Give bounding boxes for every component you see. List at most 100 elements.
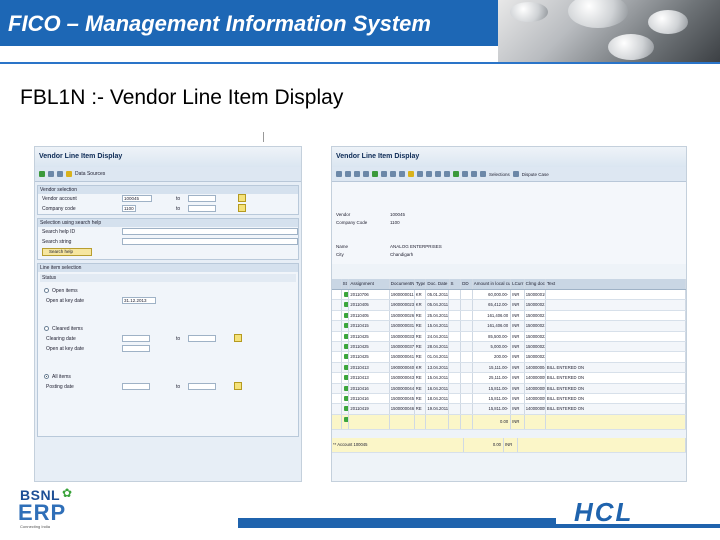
data-sources-icon[interactable] [66,171,72,177]
row-select[interactable] [332,414,342,429]
table-row[interactable]: 20110405 1500000026 RE 25.04.2011 161,406.00… [332,310,686,322]
multiple-selection-icon[interactable] [234,382,242,390]
multiple-selection-icon[interactable] [238,194,246,202]
row-select[interactable] [332,393,342,404]
table-row[interactable]: 20110413 1500000043 RE 15.04.2011 25,111.00-… [332,373,686,384]
column-header[interactable]: DocumentNo [390,279,415,289]
table-row[interactable]: 20110419 1500000046 RE 19.04.2011 15,811.00-… [332,404,686,415]
vendor-account-to-field[interactable] [188,195,216,202]
table-row[interactable]: 20110425 1500000041 RE 01.04.2011 200.00- INR… [332,352,686,363]
all-items-radio[interactable] [44,374,49,379]
table-row[interactable]: 20110413 1900000040 KR 13.04.2011 15,111.00-… [332,362,686,374]
due-date-cell [461,352,473,362]
column-header[interactable]: LCurr [511,279,525,289]
column-header[interactable]: Text [546,279,686,289]
currency-cell: INR [511,331,525,341]
currency-cell: INR [511,310,525,321]
multiple-selection-icon[interactable] [234,334,242,342]
open-key-date-field[interactable]: 31.12.2013 [122,297,156,304]
selections-button[interactable]: Selections [489,172,510,177]
posting-date-field[interactable] [122,383,150,390]
last-page-icon[interactable] [363,171,369,177]
search-help-id-field[interactable] [122,228,298,235]
table-row[interactable]: 20110416 1500000044 RE 16.04.2011 15,811.00-… [332,383,686,394]
execute-icon[interactable] [39,171,45,177]
info-icon[interactable] [57,171,63,177]
status-icon [342,352,350,362]
company-code-to-field[interactable] [188,205,216,212]
vendor-account-field[interactable]: 100045 [122,195,152,202]
sort-desc-icon[interactable] [426,171,432,177]
open-key-date2-field[interactable] [122,345,150,352]
row-select[interactable] [332,310,342,321]
row-select[interactable] [332,352,342,362]
subtotal-row[interactable]: 0.00 INR [332,414,686,430]
search-help-id-label: Search help ID [42,229,76,235]
clearing-date-to-field[interactable] [188,335,216,342]
row-select[interactable] [332,331,342,341]
change-icon[interactable] [381,171,387,177]
dispute-case-icon[interactable] [512,171,519,177]
row-select[interactable] [332,300,342,310]
filter-icon[interactable] [408,171,414,177]
deselect-icon[interactable] [399,171,405,177]
document-date-cell: 24.04.2011 [426,331,450,341]
selections-icon[interactable] [480,171,486,177]
display-icon[interactable] [372,171,378,177]
empty-cell [518,437,686,452]
search-help-button[interactable]: Search help [42,248,92,256]
first-page-icon[interactable] [336,171,342,177]
status-icon [342,331,350,341]
dispute-case-button[interactable]: Dispute Case [522,172,549,177]
row-select[interactable] [332,362,342,373]
table-row[interactable]: 20110415 1500000031 RE 15.04.2011 161,406.00… [332,321,686,332]
row-select[interactable] [332,321,342,331]
clearing-doc-cell: 1500000225 [525,341,546,352]
layout-icon[interactable] [471,171,477,177]
open-items-radio[interactable] [44,288,49,293]
row-select[interactable] [332,373,342,383]
sum-icon[interactable] [435,171,441,177]
clearing-doc-cell: 1400000051 [525,383,546,393]
company-code-field[interactable]: 1100 [122,205,136,212]
multiple-selection-icon[interactable] [238,204,246,212]
document-type-cell: RE [415,352,427,362]
row-select[interactable] [332,404,342,414]
cleared-items-radio[interactable] [44,326,49,331]
document-date-cell: 15.04.2011 [426,373,450,383]
column-header[interactable]: DD [461,279,473,289]
total-row[interactable]: ** Account 100045 0.00 INR [332,437,686,453]
select-all-icon[interactable] [390,171,396,177]
row-select[interactable] [332,341,342,352]
table-row[interactable]: 20110425 1500000037 RE 28.04.2011 5,000.00- I… [332,341,686,353]
save-icon[interactable] [48,171,54,177]
column-header[interactable]: Amount in local cur. [473,279,512,289]
export-icon[interactable] [462,171,468,177]
column-header[interactable]: Assignment [349,279,390,289]
search-string-field[interactable] [122,238,298,245]
print-icon[interactable] [453,171,459,177]
posting-date-to-field[interactable] [188,383,216,390]
table-row[interactable]: 20110425 1500000033 RE 24.04.2011 85,500.00-… [332,331,686,342]
subtotal-icon[interactable] [444,171,450,177]
text-cell [546,300,686,310]
clearing-date-field[interactable] [122,335,150,342]
row-select[interactable] [332,290,342,300]
row-select[interactable] [332,383,342,393]
sort-asc-icon[interactable] [417,171,423,177]
next-page-icon[interactable] [354,171,360,177]
column-header[interactable]: Type [415,279,427,289]
data-sources-button[interactable]: Data Sources [75,171,105,177]
clearing-doc-cell: 1500000221 [525,331,546,341]
select-column-header[interactable] [332,279,342,289]
column-header[interactable]: Clrng doc. [525,279,546,289]
slide-title: FICO – Management Information System [8,11,431,36]
table-row[interactable]: 20110405 1900000023 KR 05.04.2011 65,412.00-… [332,300,686,311]
column-header[interactable]: Doc. Date [426,279,450,289]
column-header[interactable]: St [342,279,350,289]
table-row[interactable]: 20110706 1900000011 KR 05.01.2011 60,000.00-… [332,290,686,301]
column-header[interactable]: S [450,279,462,289]
table-row[interactable]: 20110416 1500000045 RE 18.04.2011 15,811.00-… [332,393,686,405]
previous-page-icon[interactable] [345,171,351,177]
toolbar: Data Sources [35,167,301,182]
